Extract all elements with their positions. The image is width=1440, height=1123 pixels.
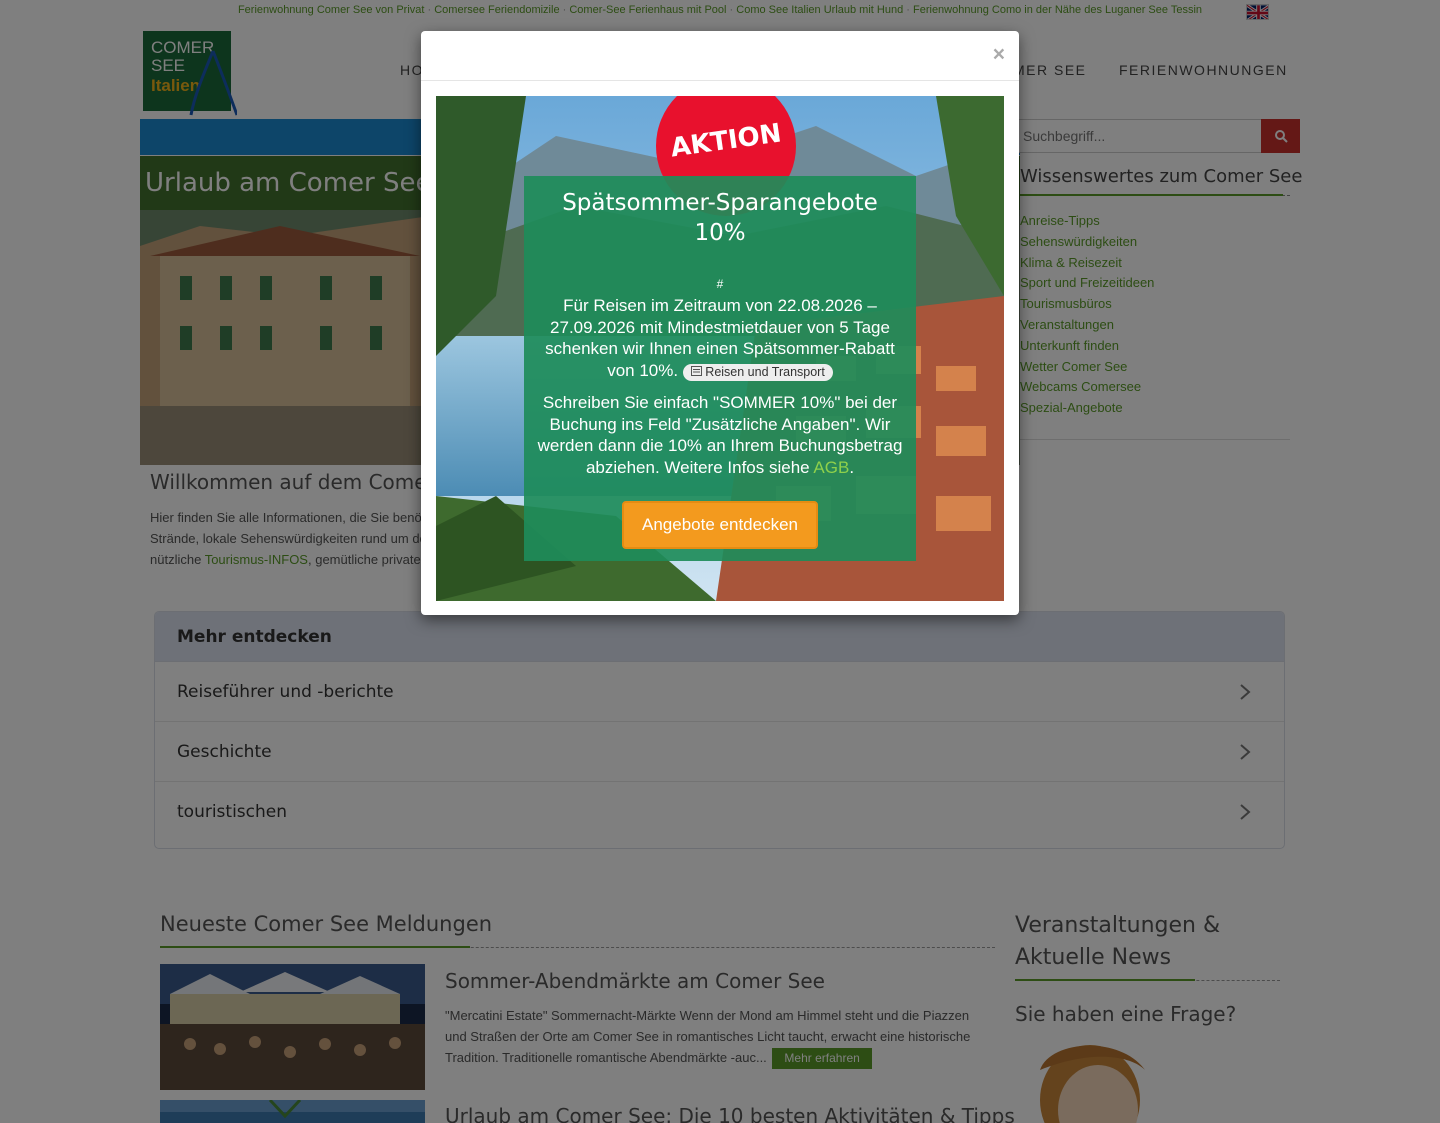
category-tag[interactable]: Reisen und Transport [682,363,833,381]
promo-title: Spätsommer-Sparangebote 10% [562,190,878,246]
promo-hash: # [716,277,724,291]
promo-paragraph-2: Schreiben Sie einfach "SOMMER 10%" bei d… [534,392,906,478]
promo-paragraph-1: Für Reisen im Zeitraum von 22.08.2026 – … [534,295,906,381]
promo-image: AKTION Spätsommer-Sparangebote 10% # Für… [436,96,1004,601]
close-icon[interactable]: × [993,43,1005,67]
agb-link[interactable]: AGB [813,458,849,477]
promo-paragraph-2-end: . [849,457,855,477]
discover-offers-button[interactable]: Angebote entdecken [622,501,818,549]
modal-header [421,31,1019,81]
promo-box: Spätsommer-Sparangebote 10% # Für Reisen… [524,176,916,561]
category-tag-label: Reisen und Transport [705,364,825,379]
promo-modal: × AKTION Spätsommer-Sparangebote 10% # F… [421,31,1019,615]
category-icon [690,365,702,376]
